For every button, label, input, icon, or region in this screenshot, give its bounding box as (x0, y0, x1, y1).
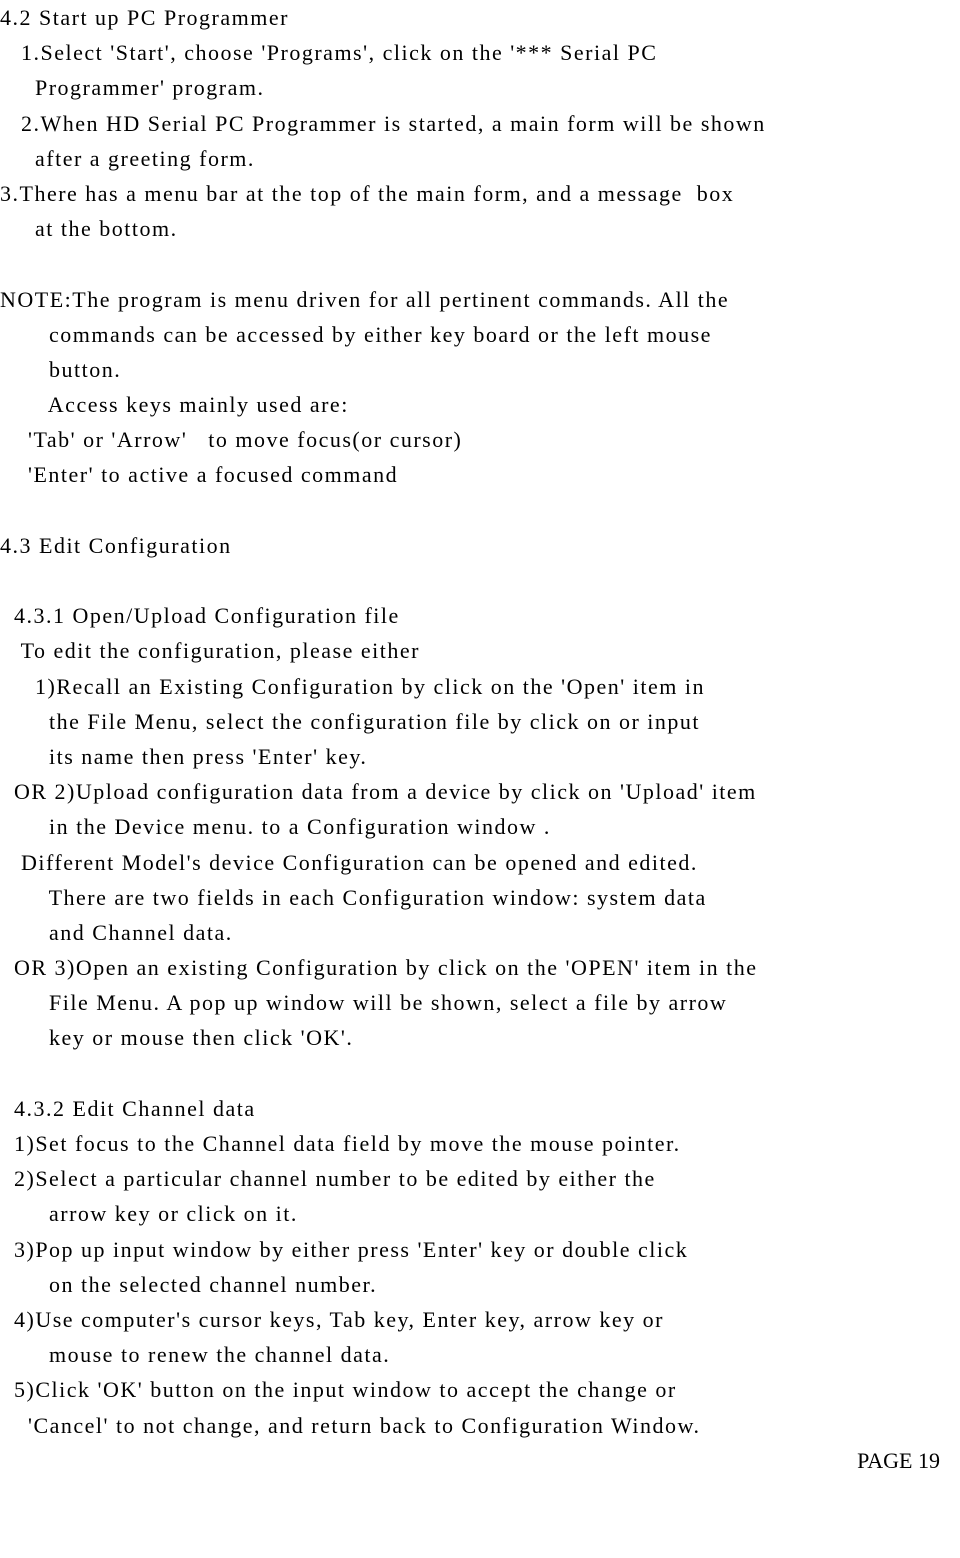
document-body: 4.2 Start up PC Programmer 1.Select 'Sta… (0, 0, 960, 1443)
page-number: PAGE 19 (0, 1443, 960, 1478)
